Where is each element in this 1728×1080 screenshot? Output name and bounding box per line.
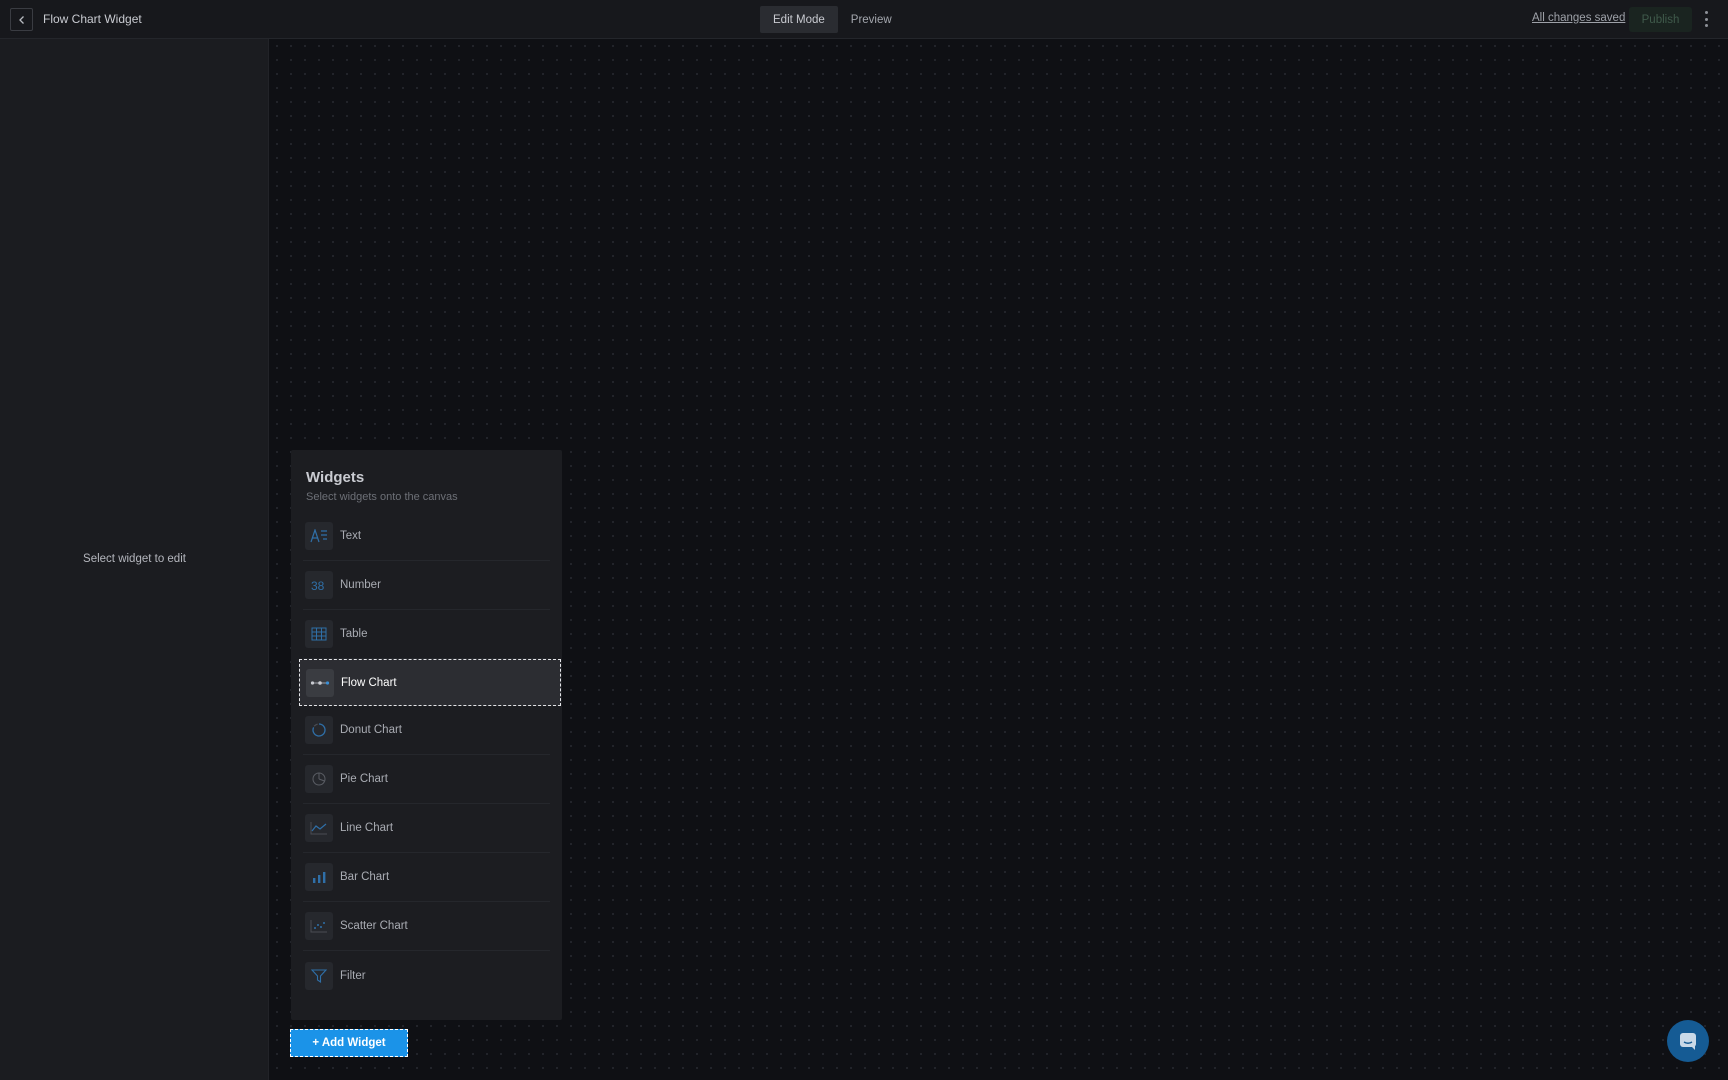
- line-chart-icon: [305, 814, 333, 842]
- widget-item-label: Scatter Chart: [340, 920, 408, 932]
- scatter-chart-icon: [305, 912, 333, 940]
- more-options-icon[interactable]: [1700, 9, 1712, 29]
- bar-chart-icon: [305, 863, 333, 891]
- pie-chart-icon: [305, 765, 333, 793]
- widget-picker: Widgets Select widgets onto the canvas T…: [291, 450, 562, 1020]
- publish-button[interactable]: Publish: [1629, 7, 1692, 32]
- widget-item-bar-chart[interactable]: Bar Chart: [303, 853, 550, 902]
- widget-picker-title: Widgets: [306, 469, 365, 486]
- chat-icon[interactable]: [1667, 1020, 1709, 1062]
- widget-item-label: Bar Chart: [340, 871, 390, 883]
- widget-item-pie-chart[interactable]: Pie Chart: [303, 755, 550, 804]
- table-icon: [305, 620, 333, 648]
- flow-chart-icon: [306, 668, 334, 697]
- filter-icon: [305, 961, 333, 990]
- number-icon: 38: [305, 571, 333, 599]
- widget-item-label: Text: [340, 530, 362, 542]
- widget-item-text[interactable]: Text: [303, 512, 550, 561]
- donut-chart-icon: [305, 716, 333, 744]
- add-widget-button[interactable]: + Add Widget: [290, 1029, 408, 1057]
- widget-item-scatter-chart[interactable]: Scatter Chart: [303, 902, 550, 951]
- page-title: Flow Chart Widget: [43, 12, 142, 26]
- properties-panel: Select widget to edit: [0, 39, 269, 1080]
- edit-mode-tab[interactable]: Edit Mode: [760, 6, 838, 33]
- svg-text:38: 38: [311, 579, 325, 592]
- widget-picker-subtitle: Select widgets onto the canvas: [306, 491, 458, 503]
- widget-item-label: Number: [340, 579, 381, 591]
- widget-item-filter[interactable]: Filter: [303, 951, 550, 1000]
- widget-item-number[interactable]: 38 Number: [303, 561, 550, 610]
- widget-item-label: Line Chart: [340, 822, 394, 834]
- widget-item-flow-chart[interactable]: Flow Chart: [299, 659, 561, 706]
- widget-item-line-chart[interactable]: Line Chart: [303, 804, 550, 853]
- save-status-link[interactable]: All changes saved: [1532, 12, 1625, 24]
- widget-item-donut-chart[interactable]: Donut Chart: [303, 706, 550, 755]
- widget-item-table[interactable]: Table: [303, 610, 550, 659]
- mode-switch: Edit Mode Preview: [760, 6, 905, 33]
- back-button[interactable]: [10, 8, 33, 31]
- widget-item-label: Table: [340, 628, 368, 640]
- chevron-left-icon: [18, 15, 24, 24]
- preview-tab[interactable]: Preview: [838, 6, 905, 33]
- widget-item-label: Filter: [340, 969, 366, 982]
- widget-list: Text 38 Number Table Flow Chart Donut Ch…: [291, 512, 562, 1000]
- top-bar: Flow Chart Widget Edit Mode Preview All …: [0, 0, 1728, 39]
- widget-item-label: Flow Chart: [341, 676, 397, 689]
- text-icon: [305, 522, 333, 550]
- widget-item-label: Donut Chart: [340, 724, 403, 736]
- properties-empty-hint: Select widget to edit: [83, 553, 186, 565]
- widget-item-label: Pie Chart: [340, 773, 388, 785]
